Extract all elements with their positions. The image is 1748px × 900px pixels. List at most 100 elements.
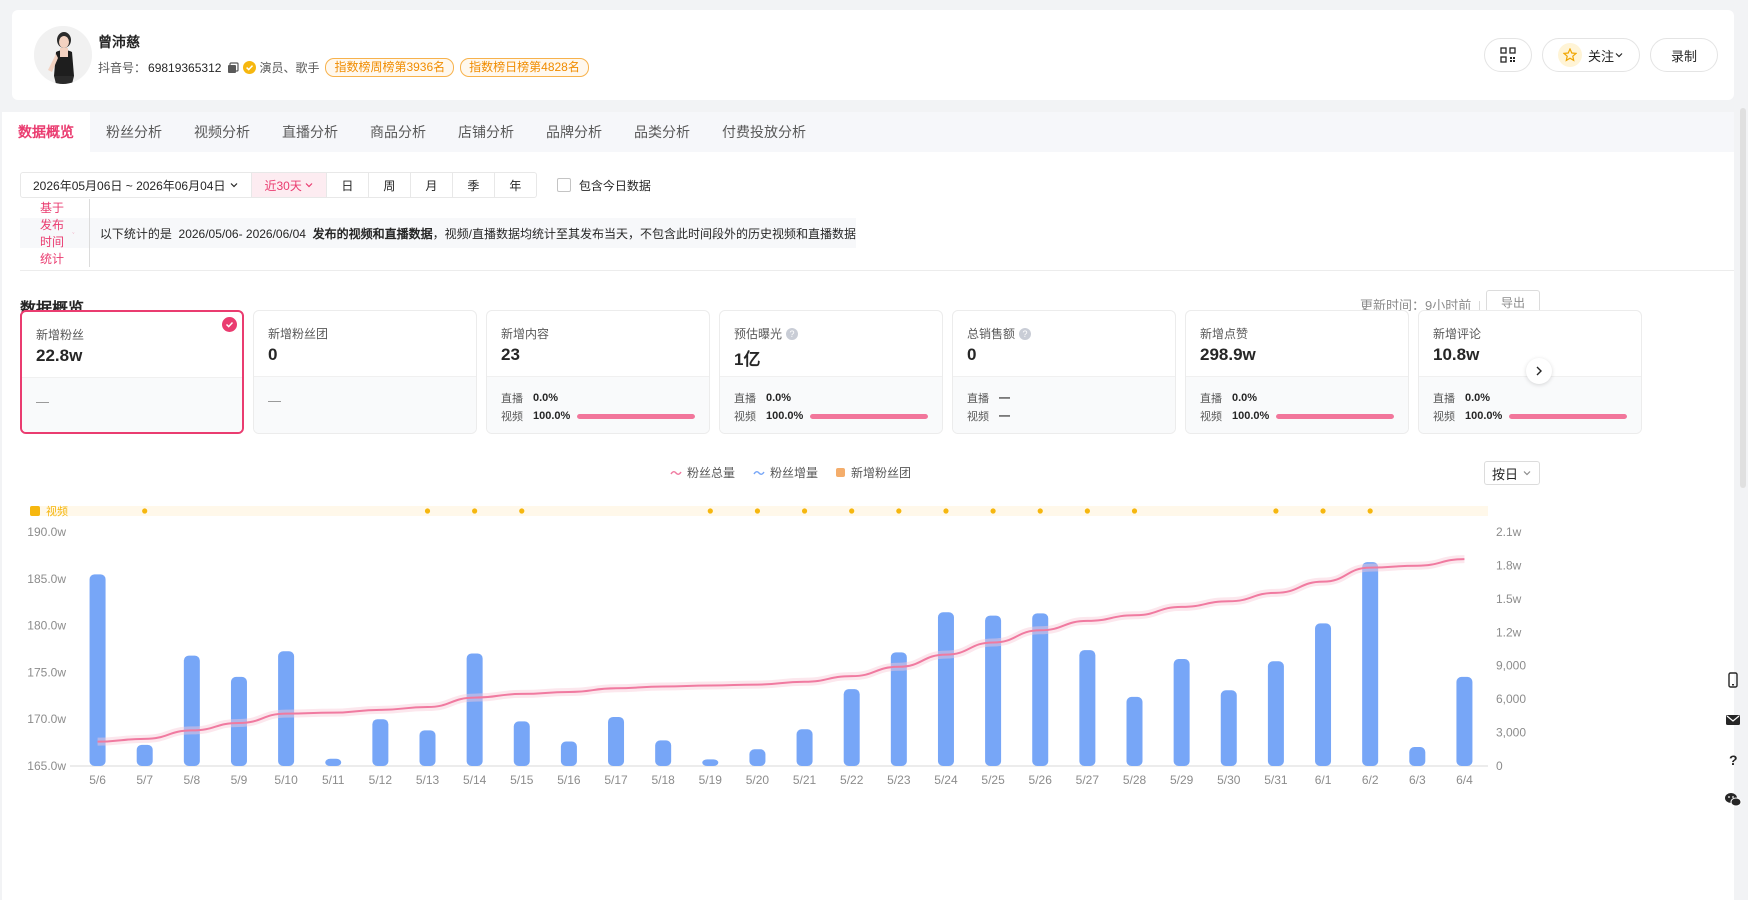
bar-fans-increment[interactable]	[1456, 676, 1473, 766]
douyin-id: 69819365312	[148, 60, 222, 75]
include-today-checkbox[interactable]: 包含今日数据	[556, 177, 651, 194]
bar-fans-increment[interactable]	[419, 730, 436, 766]
help-icon[interactable]: ?	[1718, 740, 1748, 780]
bar-fans-increment[interactable]	[1173, 659, 1190, 766]
video-share-fill	[1509, 413, 1627, 419]
tab-2[interactable]: 视频分析	[178, 112, 266, 152]
metric-card-2[interactable]: 新增内容 23 直播 0.0% 视频 100.0%	[486, 310, 710, 434]
checkbox-box[interactable]	[556, 178, 571, 192]
tab-0[interactable]: 数据概览	[2, 112, 90, 152]
bar-fans-increment[interactable]	[608, 716, 625, 766]
copy-icon[interactable]	[227, 61, 240, 74]
bar-fans-increment[interactable]	[937, 612, 954, 766]
period-quarter-button[interactable]: 季	[452, 172, 495, 198]
bar-fans-increment[interactable]	[183, 655, 200, 766]
qrcode-button[interactable]	[1484, 38, 1532, 72]
video-marker[interactable]	[424, 508, 431, 514]
bar-fans-increment[interactable]	[655, 740, 672, 766]
bar-fans-increment[interactable]	[985, 615, 1002, 766]
metric-top: 新增内容 23	[487, 311, 709, 377]
period-month-button[interactable]: 月	[410, 172, 453, 198]
tab-7[interactable]: 品类分析	[618, 112, 706, 152]
tab-4[interactable]: 商品分析	[354, 112, 442, 152]
video-marker[interactable]	[1084, 508, 1090, 514]
live-row: 直播 0.0%	[1200, 389, 1394, 407]
bar-fans-increment[interactable]	[325, 758, 342, 766]
legend-fans-increment[interactable]: 粉丝增量	[753, 464, 818, 481]
bar-fans-increment[interactable]	[1032, 613, 1049, 766]
video-marker[interactable]	[519, 508, 525, 514]
bar-fans-increment[interactable]	[372, 719, 389, 766]
bar-fans-increment[interactable]	[1315, 623, 1332, 766]
tab-1[interactable]: 粉丝分析	[90, 112, 178, 152]
wechat-icon[interactable]	[1718, 780, 1748, 820]
metric-card-5[interactable]: 新增点赞 298.9w 直播 0.0% 视频 100.0%	[1185, 310, 1409, 434]
next-arrow-button[interactable]	[1526, 358, 1552, 384]
metric-card-0[interactable]: 新增粉丝 22.8w —	[20, 310, 244, 434]
avatar[interactable]	[34, 26, 92, 84]
bar-fans-increment[interactable]	[1126, 696, 1143, 766]
metric-breakdown: 直播 0.0% 视频 100.0%	[720, 377, 942, 433]
bar-fans-increment[interactable]	[513, 721, 530, 766]
scrollbar[interactable]	[1740, 108, 1746, 488]
metric-card-4[interactable]: 总销售额? 0 直播 — 视频 —	[952, 310, 1176, 434]
video-marker[interactable]	[990, 508, 996, 514]
video-marker[interactable]	[943, 508, 949, 514]
period-year-button[interactable]: 年	[494, 172, 537, 198]
bar-fans-increment[interactable]	[89, 574, 106, 766]
bar-fans-increment[interactable]	[560, 741, 577, 766]
record-button[interactable]: 录制	[1650, 38, 1718, 72]
legend-total-fans[interactable]: 粉丝总量	[670, 464, 735, 481]
bar-fans-increment[interactable]	[796, 729, 813, 766]
bar-fans-increment[interactable]	[843, 689, 860, 766]
bar-fans-increment[interactable]	[278, 651, 295, 766]
video-marker[interactable]	[849, 508, 855, 514]
rank-day-badge[interactable]: 指数榜日榜第4828名	[460, 58, 589, 77]
tab-6[interactable]: 品牌分析	[530, 112, 618, 152]
bar-fans-increment[interactable]	[749, 749, 766, 766]
video-marker[interactable]	[896, 508, 902, 514]
bar-fans-increment[interactable]	[466, 653, 483, 766]
period-week-button[interactable]: 周	[368, 172, 411, 198]
video-marker[interactable]	[472, 508, 478, 514]
line-total-fans[interactable]	[97, 558, 1465, 743]
follow-button[interactable]: 关注	[1542, 38, 1640, 72]
video-marker[interactable]	[1320, 508, 1326, 514]
tab-5[interactable]: 店铺分析	[442, 112, 530, 152]
mail-icon[interactable]	[1718, 700, 1748, 740]
question-icon[interactable]: ?	[1019, 327, 1032, 340]
video-marker[interactable]	[142, 508, 148, 514]
video-marker[interactable]	[801, 508, 808, 514]
tab-3[interactable]: 直播分析	[266, 112, 354, 152]
legend-new-fan-group[interactable]: 新增粉丝团	[836, 464, 911, 481]
granularity-select[interactable]: 按日	[1484, 461, 1540, 485]
video-marker[interactable]	[1367, 508, 1373, 514]
bar-fans-increment[interactable]	[1409, 747, 1426, 766]
metric-value: 0	[967, 345, 977, 364]
bar-fans-increment[interactable]	[136, 744, 153, 766]
recent-30-days-button[interactable]: 近30天	[252, 172, 327, 198]
metric-card-1[interactable]: 新增粉丝团 0 —	[253, 310, 477, 434]
video-marker[interactable]	[1037, 508, 1043, 514]
video-marker[interactable]	[1273, 508, 1279, 514]
tab-8[interactable]: 付费投放分析	[706, 112, 822, 152]
video-marker[interactable]	[707, 508, 713, 514]
video-marker[interactable]	[754, 508, 761, 514]
video-marker[interactable]	[1131, 508, 1138, 514]
square-swatch-icon	[836, 468, 846, 477]
stat-basis-select[interactable]: 基于发布时间统计	[20, 199, 90, 267]
bar-fans-increment[interactable]	[1079, 650, 1096, 766]
x-tick-label: 5/18	[651, 773, 675, 787]
bar-fans-increment[interactable]	[702, 759, 719, 766]
rank-week-badge[interactable]: 指数榜周榜第3936名	[325, 58, 455, 77]
date-range-picker[interactable]: 2026年05月06日 ~ 2026年06月04日	[20, 172, 253, 198]
mobile-icon[interactable]	[1718, 660, 1748, 700]
bar-fans-increment[interactable]	[1220, 690, 1237, 766]
y-left-tick: 185.0w	[27, 572, 66, 586]
bar-fans-increment[interactable]	[1267, 661, 1284, 766]
metric-card-3[interactable]: 预估曝光? 1亿 直播 0.0% 视频 100.0%	[719, 310, 943, 434]
question-icon[interactable]: ?	[786, 327, 799, 340]
metric-label-text: 新增粉丝团	[268, 327, 329, 341]
bar-fans-increment[interactable]	[1362, 562, 1379, 766]
period-day-button[interactable]: 日	[326, 172, 369, 198]
